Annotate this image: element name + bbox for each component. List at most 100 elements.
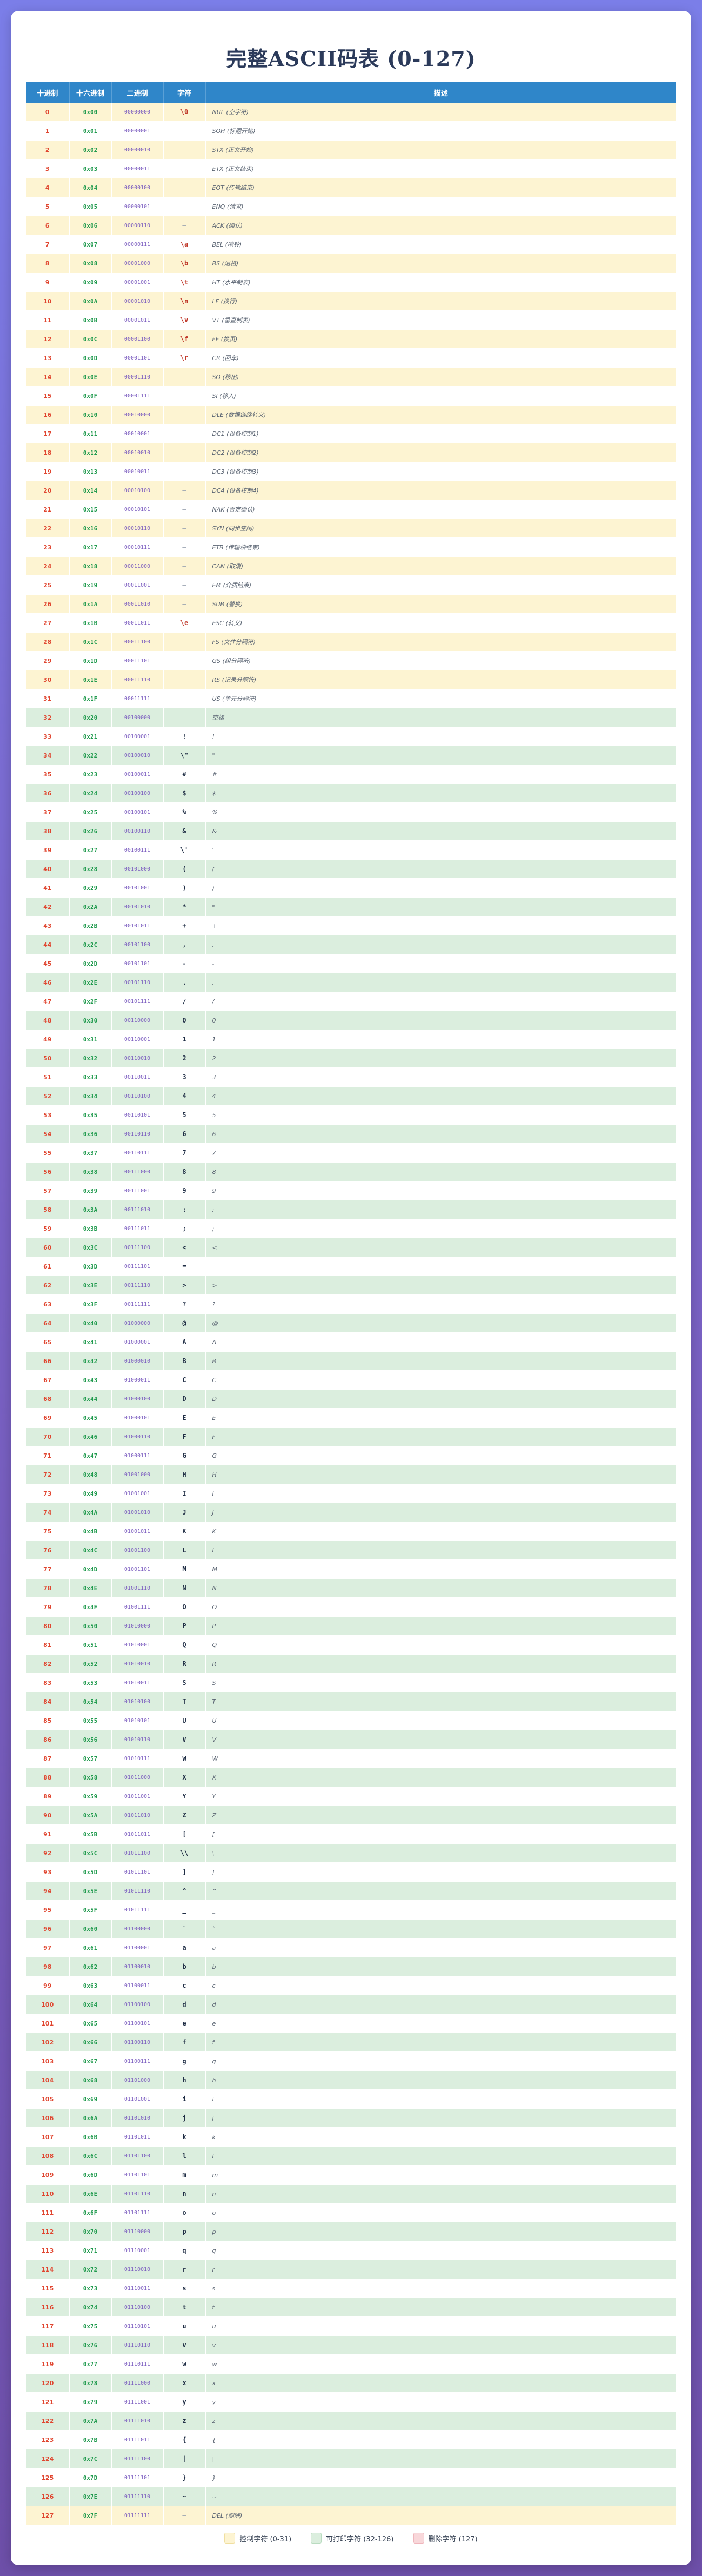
cell-decimal: 119 (26, 2354, 70, 2374)
cell-hex: 0x5D (69, 1862, 112, 1882)
cell-hex: 0x44 (69, 1389, 112, 1409)
table-row: 8 0x08 00001000 \b BS (退格) (26, 254, 677, 273)
cell-description: ; (205, 1219, 677, 1238)
cell-description: & (205, 821, 677, 841)
cell-decimal: 80 (26, 1616, 70, 1636)
cell-description: > (205, 1276, 677, 1295)
cell-binary: 01001010 (111, 1503, 164, 1522)
cell-char: 0 (163, 1011, 206, 1030)
cell-binary: 01110110 (111, 2335, 164, 2355)
cell-description: y (205, 2392, 677, 2412)
cell-hex: 0x12 (69, 443, 112, 462)
cell-binary: 00111111 (111, 1294, 164, 1314)
table-row: 47 0x2F 00101111// (26, 992, 677, 1011)
cell-description: o (205, 2203, 677, 2222)
cell-description: S (205, 1673, 677, 1692)
cell-decimal: 6 (26, 216, 70, 235)
cell-char: ; (163, 1219, 206, 1238)
cell-hex: 0x7B (69, 2430, 112, 2449)
cell-binary: 00100000 (111, 708, 164, 727)
table-row: 97 0x61 01100001 a a (26, 1938, 677, 1957)
table-row: 49 0x31 00110001 1 1 (26, 1030, 677, 1049)
cell-decimal: 69 (26, 1408, 70, 1428)
table-row: 25 0x19 00011001— EM (介质结束) (26, 575, 677, 595)
table-row: 19 0x13 00010011— DC3 (设备控制3) (26, 462, 677, 481)
cell-decimal: 84 (26, 1692, 70, 1711)
cell-char: \' (163, 840, 206, 860)
cell-hex: 0x13 (69, 462, 112, 481)
cell-char: w (163, 2354, 206, 2374)
cell-decimal: 63 (26, 1294, 70, 1314)
cell-binary: 00101011 (111, 916, 164, 935)
table-row: 89 0x59 01011001 Y Y (26, 1787, 677, 1806)
table-row: 117 0x75 01110101 u u (26, 2316, 677, 2336)
cell-hex: 0x1F (69, 689, 112, 708)
cell-description: 空格 (205, 708, 677, 727)
cell-binary: 00100111 (111, 840, 164, 860)
cell-hex: 0x22 (69, 746, 112, 765)
cell-char: — (163, 632, 206, 652)
cell-decimal: 85 (26, 1711, 70, 1730)
cell-char: ! (163, 727, 206, 746)
cell-hex: 0x54 (69, 1692, 112, 1711)
cell-binary: 01111000 (111, 2373, 164, 2393)
table-row: 100 0x64 01100100 d d (26, 1995, 677, 2014)
cell-decimal: 76 (26, 1541, 70, 1560)
table-row: 38 0x26 00100110 & & (26, 821, 677, 841)
cell-hex: 0x00 (69, 103, 112, 122)
cell-binary: 00111011 (111, 1219, 164, 1238)
cell-decimal: 97 (26, 1938, 70, 1957)
cell-decimal: 26 (26, 594, 70, 614)
table-row: 71 0x47 01000111 G G (26, 1446, 677, 1465)
table-row: 122 0x7A 01111010 z z (26, 2411, 677, 2431)
cell-decimal: 24 (26, 556, 70, 576)
cell-decimal: 23 (26, 537, 70, 557)
cell-description: w (205, 2354, 677, 2374)
table-row: 121 0x79 01111001 y y (26, 2392, 677, 2412)
cell-char: P (163, 1616, 206, 1636)
table-row: 88 0x58 01011000 X X (26, 1768, 677, 1787)
cell-char: G (163, 1446, 206, 1465)
cell-hex: 0x2A (69, 897, 112, 917)
cell-decimal: 95 (26, 1900, 70, 1920)
cell-binary: 01111011 (111, 2430, 164, 2449)
cell-description: ! (205, 727, 677, 746)
cell-char: 9 (163, 1181, 206, 1200)
cell-hex: 0x24 (69, 784, 112, 803)
cell-binary: 01011100 (111, 1843, 164, 1863)
cell-hex: 0x33 (69, 1067, 112, 1087)
cell-binary: 00110010 (111, 1048, 164, 1068)
table-row: 77 0x4D 01001101 M M (26, 1559, 677, 1579)
cell-char: \n (163, 291, 206, 311)
cell-hex: 0x20 (69, 708, 112, 727)
cell-hex: 0x6A (69, 2108, 112, 2128)
cell-decimal: 121 (26, 2392, 70, 2412)
cell-char: a (163, 1938, 206, 1957)
cell-binary: 00000110 (111, 216, 164, 235)
cell-binary: 01100111 (111, 2051, 164, 2071)
cell-binary: 00110001 (111, 1030, 164, 1049)
cell-decimal: 75 (26, 1522, 70, 1541)
table-row: 32 0x20 00100000 空格 (26, 708, 677, 727)
cell-binary: 01000100 (111, 1389, 164, 1409)
cell-decimal: 105 (26, 2089, 70, 2109)
table-row: 83 0x53 01010011 S S (26, 1673, 677, 1692)
cell-char: _ (163, 1900, 206, 1920)
cell-char: \0 (163, 103, 206, 122)
legend: 控制字符 (0-31) 可打印字符 (32-126) 删除字符 (127) (11, 2533, 691, 2544)
cell-description: 4 (205, 1086, 677, 1106)
cell-hex: 0x42 (69, 1351, 112, 1371)
cell-description: CAN (取消) (205, 556, 677, 576)
cell-description: - (205, 954, 677, 973)
cell-binary: 01100110 (111, 2033, 164, 2052)
cell-decimal: 20 (26, 481, 70, 500)
cell-decimal: 103 (26, 2051, 70, 2071)
cell-binary: 00000010 (111, 140, 164, 160)
cell-binary: 01110111 (111, 2354, 164, 2374)
cell-binary: 01001000 (111, 1465, 164, 1484)
cell-char: N (163, 1578, 206, 1598)
cell-hex: 0x2D (69, 954, 112, 973)
cell-char: — (163, 575, 206, 595)
ascii-table: 十进制 十六进制 二进制 字符 描述 0 0x00 00000000 \0 NUL (空… (26, 82, 677, 2525)
cell-char: < (163, 1238, 206, 1257)
